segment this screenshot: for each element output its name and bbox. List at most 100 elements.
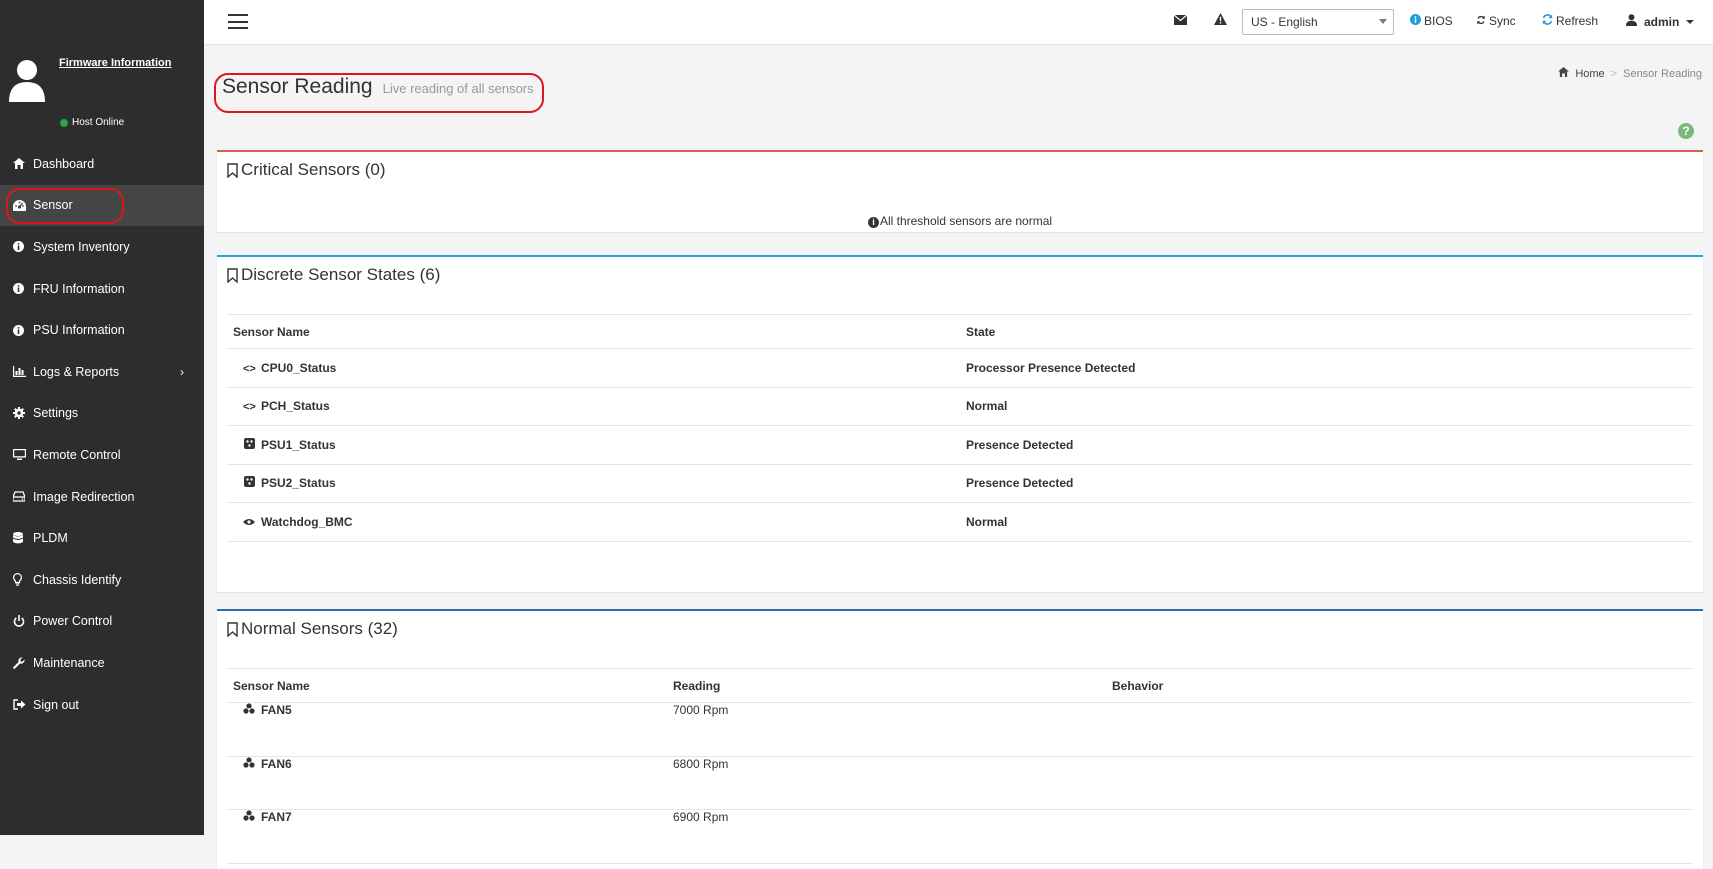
- table-row[interactable]: <> PCH_Status Normal: [227, 387, 1693, 426]
- sensor-name: Watchdog_BMC: [261, 514, 353, 529]
- sidebar-item-pldm[interactable]: PLDM: [0, 517, 204, 559]
- sensor-reading: 6800 Rpm: [667, 756, 1106, 810]
- monitor-icon: [13, 449, 33, 461]
- language-select[interactable]: US - English: [1242, 9, 1394, 35]
- user-menu[interactable]: admin: [1626, 14, 1695, 29]
- sensor-name: FAN6: [261, 756, 292, 771]
- sidebar-item-settings[interactable]: Settings: [0, 393, 204, 435]
- sensor-name-cell: FAN7: [227, 809, 667, 864]
- sync-label: Sync: [1489, 14, 1516, 28]
- sensor-name-cell: Watchdog_BMC: [227, 502, 960, 542]
- power-supply-icon: [243, 437, 255, 452]
- table-row[interactable]: FAN5 7000 Rpm: [227, 702, 1693, 757]
- home-icon: [13, 158, 33, 170]
- breadcrumb-separator: >: [1610, 67, 1618, 80]
- sync-icon: [1476, 14, 1486, 28]
- table-header-row: Sensor Name Reading Behavior: [227, 668, 1693, 703]
- column-header-reading[interactable]: Reading: [667, 668, 1106, 703]
- sidebar-item-image-redirection[interactable]: Image Redirection: [0, 476, 204, 518]
- hamburger-menu-icon[interactable]: [228, 14, 248, 29]
- bios-label: BIOS: [1424, 14, 1453, 28]
- code-icon: <>: [243, 401, 256, 414]
- sidebar-item-maintenance[interactable]: Maintenance: [0, 642, 204, 684]
- host-status-label: Host Online: [72, 117, 125, 128]
- warning-icon[interactable]: [1214, 13, 1227, 28]
- bookmark-icon: [227, 267, 238, 283]
- column-header-state[interactable]: State: [960, 314, 1693, 349]
- sensor-name: CPU0_Status: [261, 360, 337, 375]
- top-navbar: US - English BIOS Sync Refresh admin: [204, 0, 1713, 45]
- panel-title: Critical Sensors (0): [227, 160, 386, 180]
- caret-down-icon: [1686, 19, 1695, 24]
- bios-link[interactable]: BIOS: [1410, 14, 1453, 28]
- bookmark-icon: [227, 621, 238, 637]
- sensor-name: PCH_Status: [261, 399, 330, 414]
- sidebar-item-sensor[interactable]: Sensor: [0, 184, 204, 227]
- refresh-label: Refresh: [1556, 14, 1599, 28]
- column-header-behavior[interactable]: Behavior: [1106, 668, 1693, 703]
- sidebar-item-system-inventory[interactable]: System Inventory: [0, 226, 204, 268]
- gear-icon: [13, 407, 33, 420]
- table-row[interactable]: PSU1_Status Presence Detected: [227, 425, 1693, 465]
- power-icon: [13, 615, 33, 628]
- sensor-name-cell: <> PCH_Status: [227, 387, 960, 426]
- sidebar-item-psu-information[interactable]: PSU Information: [0, 309, 204, 351]
- table-row[interactable]: FAN6 6800 Rpm: [227, 756, 1693, 810]
- sensor-name: FAN7: [261, 810, 292, 824]
- table-row[interactable]: <> CPU0_Status Processor Presence Detecte…: [227, 348, 1693, 388]
- sidebar: Firmware Information Host Online Dashboa…: [0, 0, 204, 835]
- sidebar-item-label: Image Redirection: [33, 489, 135, 504]
- column-header-sensor-name[interactable]: Sensor Name: [227, 668, 667, 703]
- refresh-link[interactable]: Refresh: [1542, 14, 1598, 28]
- code-icon: <>: [243, 362, 256, 375]
- panel-title: Discrete Sensor States (6): [227, 265, 440, 285]
- table-row[interactable]: Watchdog_BMC Normal: [227, 502, 1693, 542]
- table-row[interactable]: PSU2_Status Presence Detected: [227, 464, 1693, 503]
- sidebar-item-fru-information[interactable]: FRU Information: [0, 268, 204, 310]
- breadcrumb-home-link[interactable]: Home: [1575, 68, 1604, 80]
- sidebar-item-label: PLDM: [33, 531, 68, 546]
- info-icon: [13, 324, 33, 336]
- chevron-right-icon: ›: [180, 364, 184, 379]
- sign-out-icon: [13, 699, 33, 710]
- sidebar-item-label: Dashboard: [33, 156, 95, 171]
- sidebar-item-remote-control[interactable]: Remote Control: [0, 434, 204, 476]
- sidebar-item-power-control[interactable]: Power Control: [0, 601, 204, 643]
- sensor-name: PSU2_Status: [261, 476, 336, 491]
- column-header-sensor-name[interactable]: Sensor Name: [227, 314, 960, 349]
- home-icon: [1558, 67, 1570, 80]
- host-status: Host Online: [60, 117, 124, 128]
- sidebar-item-sign-out[interactable]: Sign out: [0, 684, 204, 726]
- sidebar-item-label: Sign out: [33, 697, 79, 712]
- bar-chart-icon: [13, 366, 33, 378]
- sidebar-item-chassis-identify[interactable]: Chassis Identify: [0, 559, 204, 601]
- firmware-information-link[interactable]: Firmware Information: [59, 57, 171, 69]
- critical-message-text: All threshold sensors are normal: [879, 214, 1053, 228]
- discrete-sensors-title: Discrete Sensor States (6): [241, 265, 441, 284]
- help-icon[interactable]: ?: [1678, 123, 1694, 139]
- sensor-state: Processor Presence Detected: [960, 348, 1693, 388]
- sync-link[interactable]: Sync: [1476, 14, 1516, 28]
- hdd-icon: [13, 491, 33, 502]
- table-row[interactable]: FAN7 6900 Rpm: [227, 809, 1693, 864]
- sensor-name: FAN5: [261, 703, 292, 717]
- breadcrumb: Home > Sensor Reading: [1558, 67, 1702, 80]
- sensor-reading: 7000 Rpm: [667, 702, 1106, 757]
- eye-icon: [243, 517, 255, 529]
- sensor-name-cell: <> CPU0_Status: [227, 348, 960, 388]
- critical-message: i All threshold sensors are normal: [217, 214, 1703, 228]
- profile-area: Firmware Information Host Online: [0, 0, 204, 140]
- sensor-behavior: [1106, 756, 1693, 810]
- normal-sensors-table: Sensor Name Reading Behavior FAN5 7000 R…: [227, 668, 1693, 864]
- sidebar-item-label: Maintenance: [33, 655, 105, 670]
- envelope-icon[interactable]: [1173, 13, 1188, 28]
- normal-sensors-panel: Normal Sensors (32) Sensor Name Reading …: [217, 609, 1703, 869]
- lightbulb-icon: [13, 573, 33, 587]
- language-select-value: US - English: [1251, 15, 1318, 29]
- sidebar-item-dashboard[interactable]: Dashboard: [0, 143, 204, 185]
- host-online-indicator: [60, 118, 68, 127]
- panel-title: Normal Sensors (32): [227, 619, 398, 639]
- caret-down-icon: [1379, 19, 1387, 24]
- sidebar-item-logs-reports[interactable]: Logs & Reports ›: [0, 351, 204, 393]
- sensor-state: Presence Detected: [960, 464, 1693, 503]
